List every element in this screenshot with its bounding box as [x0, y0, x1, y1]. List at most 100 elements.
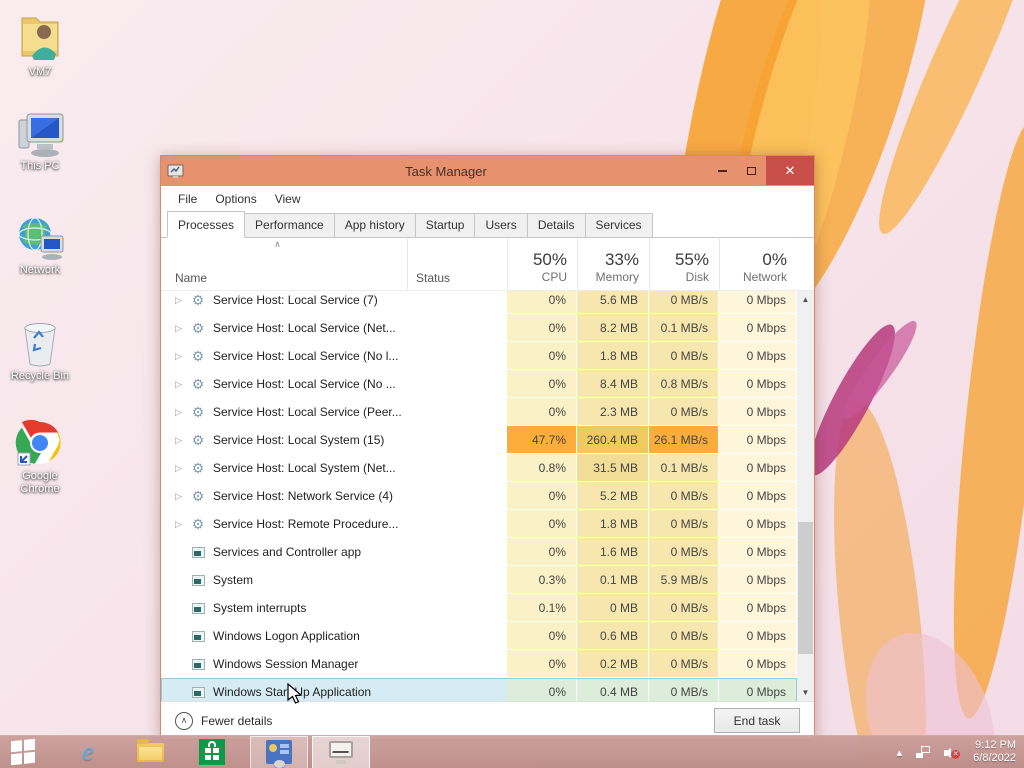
close-button[interactable]: ✕ [766, 156, 814, 185]
process-name: Service Host: Remote Procedure... [213, 517, 399, 531]
disk-cell: 0 MB/s [649, 291, 719, 314]
start-button[interactable] [0, 736, 46, 768]
desktop-icon-network[interactable]: Network [2, 214, 78, 277]
expand-chevron-icon[interactable]: ▷ [175, 463, 189, 474]
process-row[interactable]: Windows Logon Application 0% 0.6 MB 0 MB/s 0… [161, 622, 797, 650]
store-icon [199, 739, 225, 765]
process-row[interactable]: ▷ ⚙ Service Host: Local System (15) 47.7% 26… [161, 426, 797, 454]
process-row[interactable]: ▷ ⚙ Service Host: Remote Procedure... 0% 1.8… [161, 510, 797, 538]
process-row[interactable]: ▷ ⚙ Service Host: Network Service (4) 0% 5.2… [161, 482, 797, 510]
vertical-scrollbar[interactable]: ▲ ▼ [797, 291, 814, 701]
cpu-cell: 0.3% [507, 566, 577, 594]
memory-cell: 0.2 MB [577, 650, 649, 678]
disk-cell: 0 MB/s [649, 538, 719, 566]
tab-app-history[interactable]: App history [333, 213, 416, 237]
expand-chevron-icon[interactable]: ▷ [175, 351, 189, 362]
cpu-cell: 0% [507, 314, 577, 342]
disk-cell: 0 MB/s [649, 594, 719, 622]
process-row[interactable]: System 0.3% 0.1 MB 5.9 MB/s 0 Mbps [161, 566, 797, 594]
scrollbar-thumb[interactable] [798, 522, 813, 654]
minimize-button[interactable] [708, 160, 737, 182]
process-row[interactable]: ▷ ⚙ Service Host: Local Service (Peer... 0%… [161, 398, 797, 426]
cpu-cell: 0.1% [507, 594, 577, 622]
status-cell [407, 370, 507, 398]
process-name: Service Host: Local Service (No l... [213, 349, 399, 363]
expand-chevron-icon[interactable]: ▷ [175, 323, 189, 334]
process-row[interactable]: ▷ ⚙ Service Host: Local Service (7) 0% 5.6 M… [161, 291, 797, 314]
menu-file[interactable]: File [169, 188, 206, 210]
expand-chevron-icon[interactable]: ▷ [175, 295, 189, 306]
volume-tray-icon[interactable]: ✕ [944, 745, 961, 759]
process-row[interactable]: ▷ ⚙ Service Host: Local System (Net... 0.8%… [161, 454, 797, 482]
memory-total-percent: 33% [604, 250, 639, 269]
tab-startup[interactable]: Startup [414, 213, 476, 237]
scroll-up-button[interactable]: ▲ [797, 291, 814, 308]
taskbar-clock[interactable]: 9:12 PM 6/8/2022 [973, 739, 1016, 765]
tab-users[interactable]: Users [474, 213, 528, 237]
process-row[interactable]: ▷ ⚙ Service Host: Local Service (No l... 0%… [161, 342, 797, 370]
tab-details[interactable]: Details [526, 213, 586, 237]
maximize-button[interactable] [737, 160, 766, 182]
tab-services[interactable]: Services [584, 213, 653, 237]
process-name: Service Host: Local System (Net... [213, 461, 396, 475]
network-cell: 0 Mbps [719, 291, 797, 314]
expand-chevron-icon[interactable]: ▷ [175, 519, 189, 530]
column-header-memory[interactable]: 33% Memory [577, 238, 649, 290]
computer-icon [18, 113, 64, 157]
fewer-details-toggle[interactable]: Fewer details [201, 714, 272, 728]
process-row[interactable]: Services and Controller app 0% 1.6 MB 0 MB/… [161, 538, 797, 566]
expand-chevron-icon[interactable]: ▷ [175, 491, 189, 502]
process-row[interactable]: Windows Session Manager 0% 0.2 MB 0 MB/s 0 M… [161, 650, 797, 678]
memory-cell: 0 MB [577, 594, 649, 622]
memory-cell: 31.5 MB [577, 454, 649, 482]
menu-options[interactable]: Options [206, 188, 265, 210]
process-name: Service Host: Local Service (Net... [213, 321, 396, 335]
service-gear-icon: ⚙ [191, 460, 205, 476]
show-hidden-icons-button[interactable]: ▴ [897, 746, 903, 759]
service-gear-icon: ⚙ [191, 348, 205, 364]
status-cell [407, 566, 507, 594]
cpu-cell: 47.7% [507, 426, 577, 454]
process-row[interactable]: System interrupts 0.1% 0 MB 0 MB/s 0 Mbps [161, 594, 797, 622]
column-header-cpu[interactable]: 50% CPU [507, 238, 577, 290]
window-titlebar[interactable]: Task Manager ✕ [161, 156, 814, 186]
desktop-icon-this-pc[interactable]: This PC [2, 112, 78, 173]
column-header-name[interactable]: ∧ Name [161, 238, 407, 290]
minimize-icon [718, 170, 727, 172]
user-folder-icon [21, 17, 59, 60]
process-row[interactable]: ▷ ⚙ Service Host: Local Service (No ... 0% 8… [161, 370, 797, 398]
end-task-button[interactable]: End task [714, 708, 800, 733]
scrollbar-track[interactable] [797, 308, 814, 684]
column-header-status[interactable]: Status [407, 238, 507, 290]
memory-cell: 1.8 MB [577, 510, 649, 538]
taskbar-store[interactable] [188, 736, 236, 768]
network-tray-icon[interactable] [916, 746, 931, 758]
taskbar-file-explorer[interactable] [126, 736, 174, 768]
network-cell: 0 Mbps [719, 538, 797, 566]
menu-view[interactable]: View [266, 188, 310, 210]
cpu-total-percent: 50% [532, 250, 567, 269]
process-row[interactable]: Windows Start-Up Application 0% 0.4 MB 0 MB… [161, 678, 797, 701]
process-row[interactable]: ▷ ⚙ Service Host: Local Service (Net... 0% 8… [161, 314, 797, 342]
memory-cell: 1.6 MB [577, 538, 649, 566]
memory-cell: 1.8 MB [577, 342, 649, 370]
column-header-disk[interactable]: 55% Disk [649, 238, 719, 290]
desktop-icon-recycle-bin[interactable]: Recycle Bin [2, 318, 78, 383]
desktop-icon-vm7[interactable]: VM7 [2, 10, 78, 79]
tab-processes[interactable]: Processes [167, 211, 246, 238]
recycle-bin-icon [24, 323, 56, 367]
memory-cell: 5.2 MB [577, 482, 649, 510]
taskbar-internet-explorer[interactable]: e [64, 736, 112, 768]
expand-chevron-icon[interactable]: ▷ [175, 407, 189, 418]
taskbar-task-manager[interactable] [312, 735, 370, 768]
status-cell [407, 314, 507, 342]
desktop-icon-google-chrome[interactable]: Google Chrome [2, 418, 78, 496]
expand-chevron-icon[interactable]: ▷ [175, 379, 189, 390]
desktop-icon-label: Recycle Bin [10, 370, 70, 382]
expand-chevron-icon[interactable]: ▷ [175, 435, 189, 446]
tab-performance[interactable]: Performance [244, 213, 335, 237]
disk-cell: 0 MB/s [649, 678, 719, 701]
column-header-network[interactable]: 0% Network [719, 238, 797, 290]
taskbar-control-panel[interactable] [250, 735, 308, 768]
scroll-down-button[interactable]: ▼ [797, 684, 814, 701]
